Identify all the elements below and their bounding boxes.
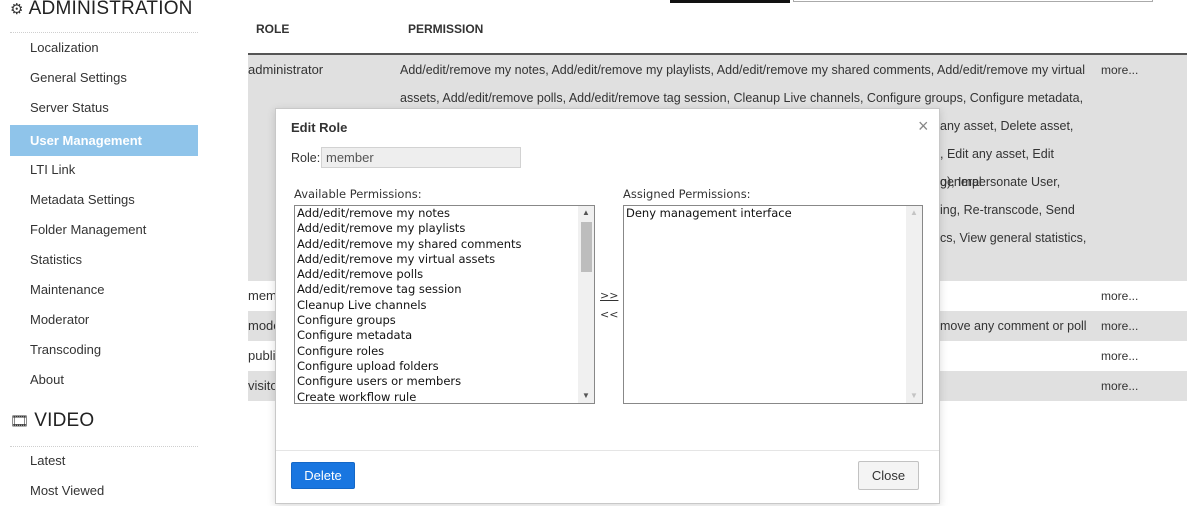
more-link[interactable]: more... (1101, 371, 1138, 401)
role-cell: administrator (248, 62, 324, 77)
more-link[interactable]: more... (1101, 341, 1138, 371)
permission-cell-line: cs, View general statistics, (940, 231, 1087, 245)
video-section-title: 🎞 VIDEO (10, 410, 94, 432)
close-icon[interactable]: × (918, 117, 929, 135)
list-item[interactable]: Deny management interface (624, 206, 922, 221)
divider (276, 450, 939, 451)
permission-cell-line: move any comment or poll (940, 319, 1087, 333)
film-icon: 🎞 (10, 413, 30, 430)
edit-role-dialog: Edit Role × Role: Available Permissions:… (275, 108, 940, 504)
permission-cell-line: ing, Re-transcode, Send (940, 203, 1075, 217)
assigned-permissions-list[interactable]: Deny management interface ▲ ▼ (623, 205, 923, 404)
permission-cell-line: Add/edit/remove my notes, Add/edit/remov… (400, 63, 1086, 77)
sidebar: ⚙ ADMINISTRATION Localization General Se… (0, 0, 210, 505)
sidebar-item-folder-management[interactable]: Folder Management (10, 215, 198, 245)
top-button[interactable] (670, 0, 790, 3)
sidebar-item-transcoding[interactable]: Transcoding (10, 335, 198, 365)
list-item[interactable]: Add/edit/remove my notes (295, 206, 594, 221)
scroll-down-arrow-icon[interactable]: ▼ (578, 389, 594, 403)
column-header-role: ROLE (256, 22, 290, 36)
sidebar-item-lti-link[interactable]: LTI Link (10, 155, 198, 185)
sidebar-item-maintenance[interactable]: Maintenance (10, 275, 198, 305)
role-cell: visito (248, 378, 278, 393)
list-item[interactable]: Add/edit/remove polls (295, 267, 594, 282)
top-search-input[interactable] (793, 0, 1153, 2)
delete-button[interactable]: Delete (291, 462, 355, 489)
available-permissions-label: Available Permissions: (294, 187, 422, 201)
scrollbar-thumb[interactable] (581, 222, 592, 272)
scroll-up-arrow-icon[interactable]: ▲ (578, 206, 594, 220)
scrollbar[interactable]: ▲ ▼ (906, 206, 922, 403)
scrollbar[interactable]: ▲ ▼ (578, 206, 594, 403)
available-permissions-list[interactable]: Add/edit/remove my notes Add/edit/remove… (294, 205, 595, 404)
sidebar-item-localization[interactable]: Localization (10, 33, 198, 63)
list-item[interactable]: Add/edit/remove my shared comments (295, 237, 594, 252)
role-cell: mem (248, 288, 277, 303)
list-item[interactable]: Configure roles (295, 344, 594, 359)
column-header-permission: PERMISSION (408, 22, 484, 36)
permission-cell-line: o), Impersonate User, (940, 175, 1061, 189)
sidebar-item-moderator[interactable]: Moderator (10, 305, 198, 335)
sidebar-item-server-status[interactable]: Server Status (10, 93, 198, 123)
list-item[interactable]: Configure groups (295, 313, 594, 328)
list-item[interactable]: Configure metadata (295, 328, 594, 343)
remove-permission-button[interactable]: << (600, 308, 618, 321)
add-permission-button[interactable]: >> (600, 289, 618, 302)
dialog-title: Edit Role (291, 120, 348, 135)
more-link[interactable]: more... (1101, 281, 1138, 311)
admin-section-label: ADMINISTRATION (28, 0, 193, 19)
role-label: Role: (291, 151, 321, 165)
assigned-permissions-label: Assigned Permissions: (623, 187, 751, 201)
sidebar-item-statistics[interactable]: Statistics (10, 245, 198, 275)
list-item[interactable]: Configure upload folders (295, 359, 594, 374)
more-link[interactable]: more... (1101, 55, 1138, 85)
close-button[interactable]: Close (858, 461, 919, 490)
sidebar-item-metadata-settings[interactable]: Metadata Settings (10, 185, 198, 215)
sidebar-item-most-viewed[interactable]: Most Viewed (10, 476, 198, 506)
sidebar-item-general-settings[interactable]: General Settings (10, 63, 198, 93)
sidebar-item-about[interactable]: About (10, 365, 198, 395)
video-section-label: VIDEO (34, 410, 95, 431)
admin-section-title: ⚙ ADMINISTRATION (10, 0, 193, 20)
role-cell: publi (248, 348, 276, 363)
gear-icon: ⚙ (10, 1, 24, 18)
sidebar-item-user-management[interactable]: User Management (10, 125, 198, 156)
role-name-input[interactable] (321, 147, 521, 168)
more-link[interactable]: more... (1101, 311, 1138, 341)
list-item[interactable]: Add/edit/remove my virtual assets (295, 252, 594, 267)
scroll-down-arrow-icon[interactable]: ▼ (906, 389, 922, 403)
permission-cell-line: any asset, Delete asset, (940, 119, 1074, 133)
list-item[interactable]: Configure users or members (295, 374, 594, 389)
list-item[interactable]: Create workflow rule (295, 390, 594, 403)
sidebar-item-latest[interactable]: Latest (10, 446, 198, 476)
list-item[interactable]: Add/edit/remove tag session (295, 282, 594, 297)
list-item[interactable]: Cleanup Live channels (295, 298, 594, 313)
scroll-up-arrow-icon[interactable]: ▲ (906, 206, 922, 220)
list-item[interactable]: Add/edit/remove my playlists (295, 221, 594, 236)
